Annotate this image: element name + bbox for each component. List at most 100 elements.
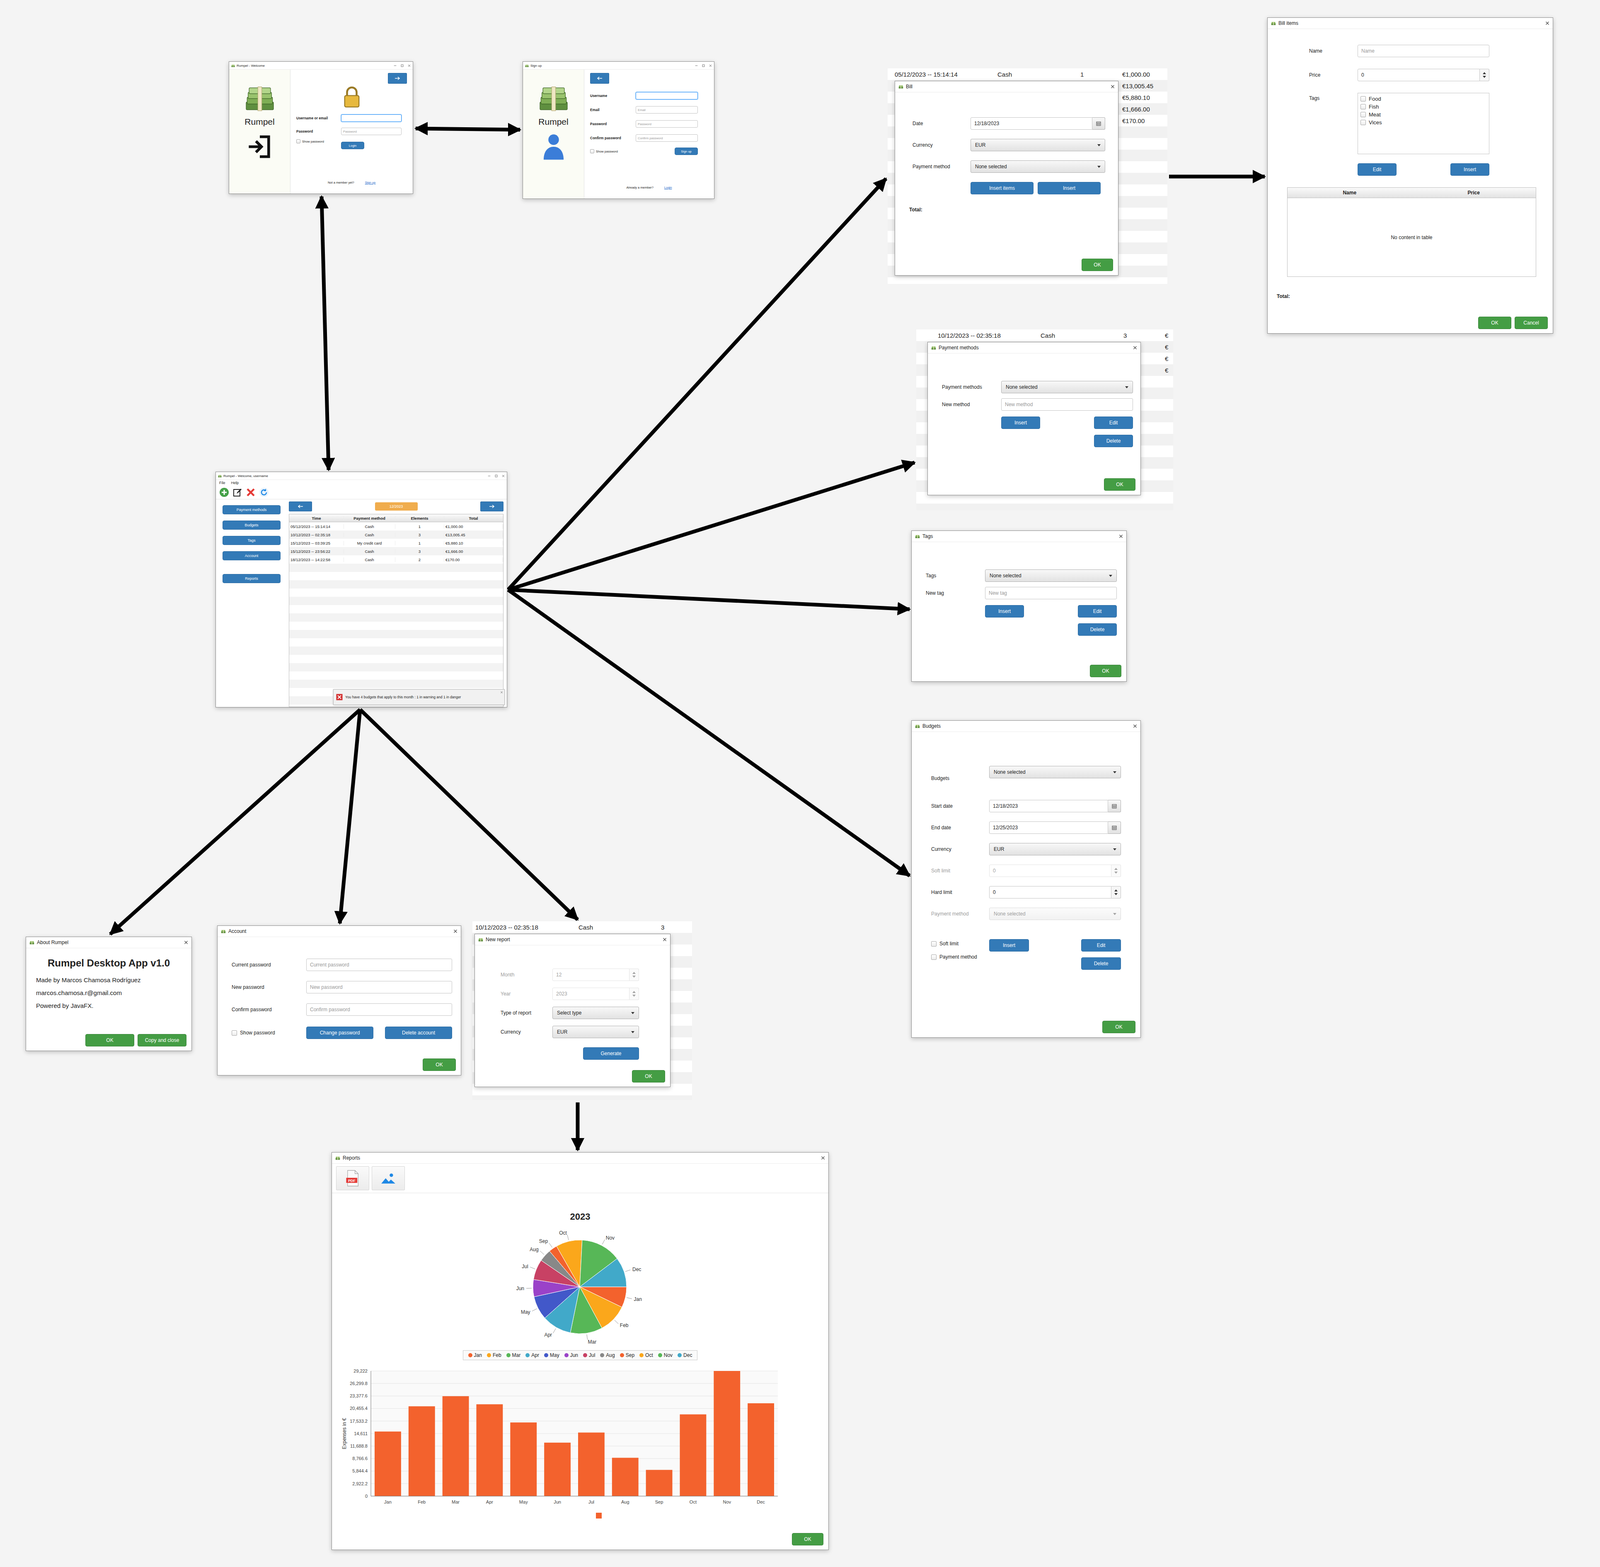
refresh-icon[interactable] (259, 487, 269, 498)
sidebar-button[interactable]: Tags (222, 535, 281, 545)
delete-button[interactable]: Delete (1081, 957, 1121, 970)
bar[interactable] (374, 1431, 402, 1496)
bar[interactable] (646, 1469, 673, 1496)
spinner-buttons[interactable] (629, 968, 640, 981)
back-button[interactable] (590, 72, 610, 84)
close-icon[interactable] (501, 474, 505, 478)
account-action-button[interactable]: Change password (306, 1026, 374, 1039)
date-picker[interactable]: 12/18/2023 (970, 117, 1106, 130)
menu-item[interactable]: File (219, 480, 226, 485)
add-icon[interactable] (219, 487, 230, 498)
checkbox[interactable] (296, 139, 301, 144)
text-field[interactable]: Password (635, 120, 698, 128)
date-field[interactable]: 12/18/2023 (989, 799, 1109, 813)
checkbox[interactable] (1360, 96, 1366, 102)
close-icon[interactable] (183, 940, 189, 945)
checkbox[interactable] (1360, 119, 1366, 126)
spinner-buttons[interactable] (629, 987, 640, 1000)
decrement-arrow-icon[interactable] (1114, 893, 1118, 896)
text-field[interactable] (635, 91, 698, 100)
checkbox-row[interactable]: Show password (590, 149, 618, 154)
bar[interactable] (544, 1442, 571, 1496)
delete-button[interactable]: Delete (1094, 434, 1133, 448)
column-header[interactable]: Elements (395, 515, 445, 521)
close-icon[interactable] (1118, 534, 1124, 539)
delete-button[interactable]: Delete (1077, 623, 1117, 636)
text-field[interactable]: Name (1357, 44, 1490, 58)
dropdown[interactable]: None selected (1001, 380, 1133, 394)
ok-button[interactable]: OK (1081, 258, 1114, 272)
table-row[interactable]: 05/12/2023 -- 15:14:14Cash1€1,000.00 (289, 522, 504, 531)
text-field[interactable]: Email (635, 106, 698, 114)
increment-arrow-icon[interactable] (1114, 867, 1118, 870)
spinner-field[interactable]: 0 (989, 864, 1112, 877)
menu-item[interactable]: Help (231, 480, 240, 485)
checkbox-row[interactable]: Fish (1360, 103, 1487, 110)
bill-item-action-button[interactable]: Insert (1450, 163, 1490, 176)
edit-button[interactable]: Edit (1094, 416, 1133, 429)
decrement-arrow-icon[interactable] (1482, 75, 1487, 78)
text-field[interactable] (341, 114, 402, 122)
increment-arrow-icon[interactable] (1114, 889, 1118, 892)
increment-arrow-icon[interactable] (632, 990, 636, 993)
increment-arrow-icon[interactable] (632, 971, 636, 974)
checkbox[interactable] (590, 149, 595, 154)
date-picker[interactable]: 12/18/2023 (989, 799, 1121, 813)
minimize-icon[interactable] (393, 64, 397, 68)
close-icon[interactable] (709, 64, 712, 68)
login-button[interactable]: Login (341, 141, 365, 150)
bar[interactable] (510, 1422, 537, 1496)
checkbox[interactable] (931, 941, 937, 947)
bill-item-action-button[interactable]: Edit (1357, 163, 1397, 176)
column-header[interactable]: Total (444, 515, 504, 521)
pie-slice[interactable] (556, 1239, 583, 1287)
previous-month-button[interactable] (288, 501, 313, 512)
about-button[interactable]: Copy and close (137, 1033, 187, 1047)
column-header[interactable]: Name (1287, 189, 1412, 196)
text-field[interactable]: Confirm password (635, 134, 698, 142)
checkbox-row[interactable]: Vices (1360, 119, 1487, 126)
dropdown[interactable]: None selected (989, 907, 1121, 920)
sidebar-button[interactable]: Budgets (222, 520, 281, 530)
spinner-buttons[interactable] (1111, 864, 1121, 877)
delete-icon[interactable] (245, 487, 256, 498)
calendar-button[interactable] (1108, 799, 1121, 813)
ok-button[interactable]: OK (1102, 1020, 1136, 1034)
text-field[interactable]: Confirm password (306, 1003, 453, 1016)
bar[interactable] (442, 1396, 470, 1496)
dropdown[interactable]: None selected (989, 765, 1121, 779)
checkbox[interactable] (931, 954, 937, 960)
bar[interactable] (408, 1406, 436, 1496)
dropdown[interactable]: EUR (989, 842, 1121, 856)
close-icon[interactable] (1110, 84, 1115, 89)
ok-button[interactable]: OK (791, 1532, 824, 1546)
spinner[interactable]: 2023 (552, 987, 640, 1000)
export-pdf-button[interactable]: PDF (336, 1166, 370, 1191)
spinner[interactable]: 0 (989, 864, 1121, 877)
login-link[interactable]: Login (664, 185, 672, 190)
sidebar-button[interactable]: Account (222, 551, 281, 561)
decrement-arrow-icon[interactable] (1114, 871, 1118, 874)
checkbox-row[interactable]: Meat (1360, 111, 1487, 118)
account-action-button[interactable]: Delete account (384, 1026, 453, 1039)
checkbox-row[interactable]: Show password (231, 1029, 307, 1036)
spinner-buttons[interactable] (1479, 68, 1490, 82)
text-field[interactable]: New tag (985, 586, 1117, 600)
checkbox-row[interactable]: Payment method (931, 953, 990, 960)
spinner[interactable]: 0 (1357, 68, 1490, 82)
tags-list[interactable]: Food Fish Meat Vices (1357, 92, 1490, 155)
about-button[interactable]: OK (85, 1033, 135, 1047)
close-icon[interactable] (453, 929, 458, 934)
ok-button[interactable]: OK (1103, 478, 1136, 491)
bill-action-button[interactable]: Insert (1037, 181, 1101, 195)
bill-action-button[interactable]: Insert items (970, 181, 1034, 195)
signup-button[interactable]: Sign up (674, 147, 698, 155)
ok-button[interactable]: OK (422, 1058, 456, 1071)
decrement-arrow-icon[interactable] (632, 975, 636, 978)
table-row[interactable]: 18/12/2023 -- 14:22:58Cash2€170.00 (289, 555, 504, 564)
increment-arrow-icon[interactable] (1482, 72, 1487, 75)
dropdown[interactable]: EUR (552, 1025, 640, 1039)
spinner[interactable]: 0 (989, 885, 1121, 899)
bar[interactable] (680, 1414, 707, 1496)
dropdown[interactable]: None selected (970, 160, 1106, 173)
